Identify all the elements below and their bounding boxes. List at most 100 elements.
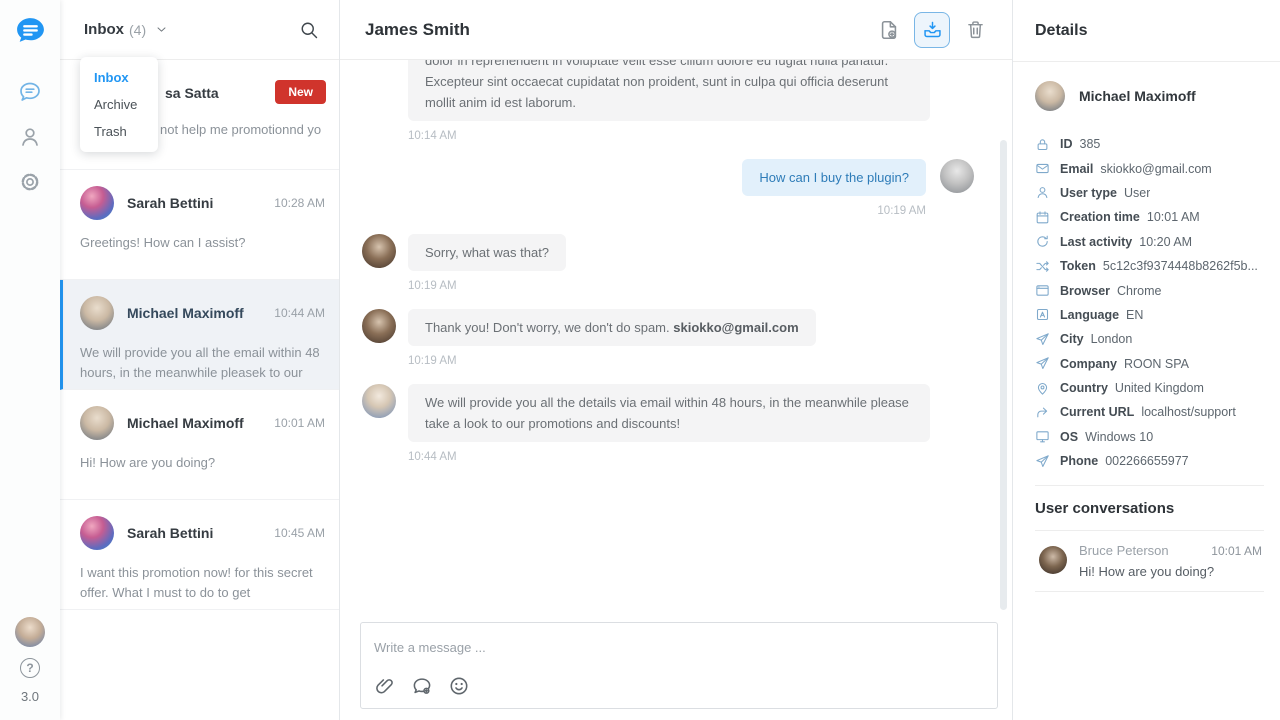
detail-row-country: Country United Kingdom	[1035, 376, 1264, 400]
inbox-count: (4)	[129, 22, 146, 38]
conversation-time: 10:28 AM	[274, 196, 325, 210]
emoji-icon	[448, 675, 470, 697]
calendar-icon	[1035, 210, 1050, 225]
archive-download-icon	[922, 19, 943, 40]
detail-row-language: Language EN	[1035, 303, 1264, 327]
user-conversation-item[interactable]: Bruce Peterson 10:01 AM Hi! How are you …	[1035, 530, 1264, 592]
inbox-dropdown-menu: Inbox Archive Trash	[80, 57, 158, 152]
message-time: 10:14 AM	[408, 130, 974, 142]
conversation-name: Michael Maximoff	[127, 415, 244, 431]
nav-messages[interactable]	[18, 80, 42, 104]
dropdown-item-archive[interactable]: Archive	[80, 91, 158, 118]
avatar	[80, 296, 114, 330]
detail-row-last-activity: Last activity 10:20 AM	[1035, 230, 1264, 254]
app-version: 3.0	[21, 689, 39, 704]
message-input[interactable]	[374, 635, 984, 659]
browser-icon	[1035, 283, 1050, 298]
conversation-time: 10:44 AM	[274, 306, 325, 320]
details-user: Michael Maximoff	[1035, 81, 1264, 111]
conversation-time: 10:01 AM	[274, 416, 325, 430]
attachment-button[interactable]	[374, 675, 397, 698]
conversation-item[interactable]: Michael Maximoff 10:01 AM Hi! How are yo…	[60, 390, 339, 500]
message-incoming: dolor in reprehenderit in voluptate veli…	[362, 60, 974, 142]
dropdown-item-trash[interactable]: Trash	[80, 118, 158, 145]
detail-row-id: ID 385	[1035, 132, 1264, 156]
chat-scrollbar[interactable]	[1000, 60, 1009, 612]
help-icon: ?	[26, 661, 33, 675]
detail-row-os: OS Windows 10	[1035, 425, 1264, 449]
message-list: dolor in reprehenderit in voluptate veli…	[340, 60, 1002, 612]
user-conversation-name: Bruce Peterson	[1079, 543, 1169, 558]
conversation-preview: not help me promotionnd yo	[160, 120, 335, 140]
inbox-dropdown-toggle[interactable]: Inbox (4)	[84, 21, 168, 38]
composer-tools	[374, 675, 471, 698]
composer	[360, 622, 998, 709]
conversation-item[interactable]: Sarah Bettini 10:28 AM Greetings! How ca…	[60, 170, 339, 280]
help-button[interactable]: ?	[20, 658, 40, 678]
contacts-icon	[18, 125, 42, 149]
chat-panel: James Smith	[340, 0, 1012, 720]
settings-icon	[18, 170, 42, 194]
canned-responses-icon	[411, 675, 433, 697]
conversation-preview: Greetings! How can I assist?	[80, 233, 325, 253]
message-bubble: dolor in reprehenderit in voluptate veli…	[408, 60, 930, 121]
canned-responses-button[interactable]	[411, 675, 434, 698]
shuffle-icon	[1035, 259, 1050, 274]
dropdown-item-inbox[interactable]: Inbox	[80, 64, 158, 91]
message-avatar	[362, 384, 396, 418]
note-add-button[interactable]	[876, 17, 902, 43]
lock-icon	[1035, 137, 1050, 152]
search-icon	[299, 20, 319, 40]
nav-rail: ? 3.0	[0, 0, 60, 720]
avatar	[1039, 546, 1067, 574]
chat-scrollbar-thumb[interactable]	[1000, 140, 1007, 610]
detail-row-city: City London	[1035, 327, 1264, 351]
details-header: Details	[1013, 0, 1280, 62]
send-icon	[1035, 454, 1050, 469]
conversation-preview: We will provide you all the email within…	[80, 343, 325, 383]
trash-icon	[965, 19, 986, 40]
app-logo[interactable]	[14, 15, 47, 48]
note-add-icon	[878, 19, 900, 41]
conversation-item[interactable]: Sarah Bettini 10:45 AM I want this promo…	[60, 500, 339, 610]
avatar	[80, 186, 114, 220]
inbox-title: Inbox	[84, 21, 124, 38]
rail-nav	[0, 80, 60, 194]
message-bubble: How can I buy the plugin?	[742, 159, 926, 196]
detail-row-token: Token 5c12c3f9374448b8262f5b...	[1035, 254, 1264, 278]
send-icon	[1035, 356, 1050, 371]
conversation-time: 10:45 AM	[274, 526, 325, 540]
current-user-avatar[interactable]	[15, 617, 45, 647]
share-arrow-icon	[1035, 405, 1050, 420]
message-email: skiokko@gmail.com	[673, 320, 798, 335]
conversation-name: sa Satta	[165, 85, 219, 101]
detail-row-creation-time: Creation time 10:01 AM	[1035, 205, 1264, 229]
message-avatar	[362, 309, 396, 343]
refresh-icon	[1035, 234, 1050, 249]
avatar	[80, 516, 114, 550]
app-logo-chat-bubble-icon	[14, 15, 47, 48]
nav-settings[interactable]	[18, 170, 42, 194]
messages-icon	[18, 80, 42, 104]
trash-button[interactable]	[962, 17, 988, 43]
details-body: Michael Maximoff ID 385 Email skiokko@gm…	[1013, 81, 1280, 592]
app-window: ? 3.0 Inbox (4) sa Satta New not help me…	[0, 0, 1280, 720]
chat-title: James Smith	[365, 20, 470, 40]
conversation-item-selected[interactable]: Michael Maximoff 10:44 AM We will provid…	[60, 280, 339, 390]
conversation-preview: Hi! How are you doing?	[80, 453, 325, 473]
conversation-name: Sarah Bettini	[127, 195, 213, 211]
chat-actions	[876, 12, 988, 48]
emoji-button[interactable]	[448, 675, 471, 698]
nav-contacts[interactable]	[18, 125, 42, 149]
rail-bottom: ? 3.0	[0, 617, 60, 704]
envelope-icon	[1035, 161, 1050, 176]
attachment-icon	[374, 675, 396, 697]
user-icon	[1035, 185, 1050, 200]
message-avatar	[940, 159, 974, 193]
message-incoming: We will provide you all the details via …	[362, 384, 974, 463]
message-time: 10:19 AM	[408, 355, 974, 367]
archive-download-button[interactable]	[914, 12, 950, 48]
search-button[interactable]	[299, 20, 319, 40]
list-header: Inbox (4)	[60, 0, 339, 60]
message-time: 10:19 AM	[362, 205, 926, 217]
